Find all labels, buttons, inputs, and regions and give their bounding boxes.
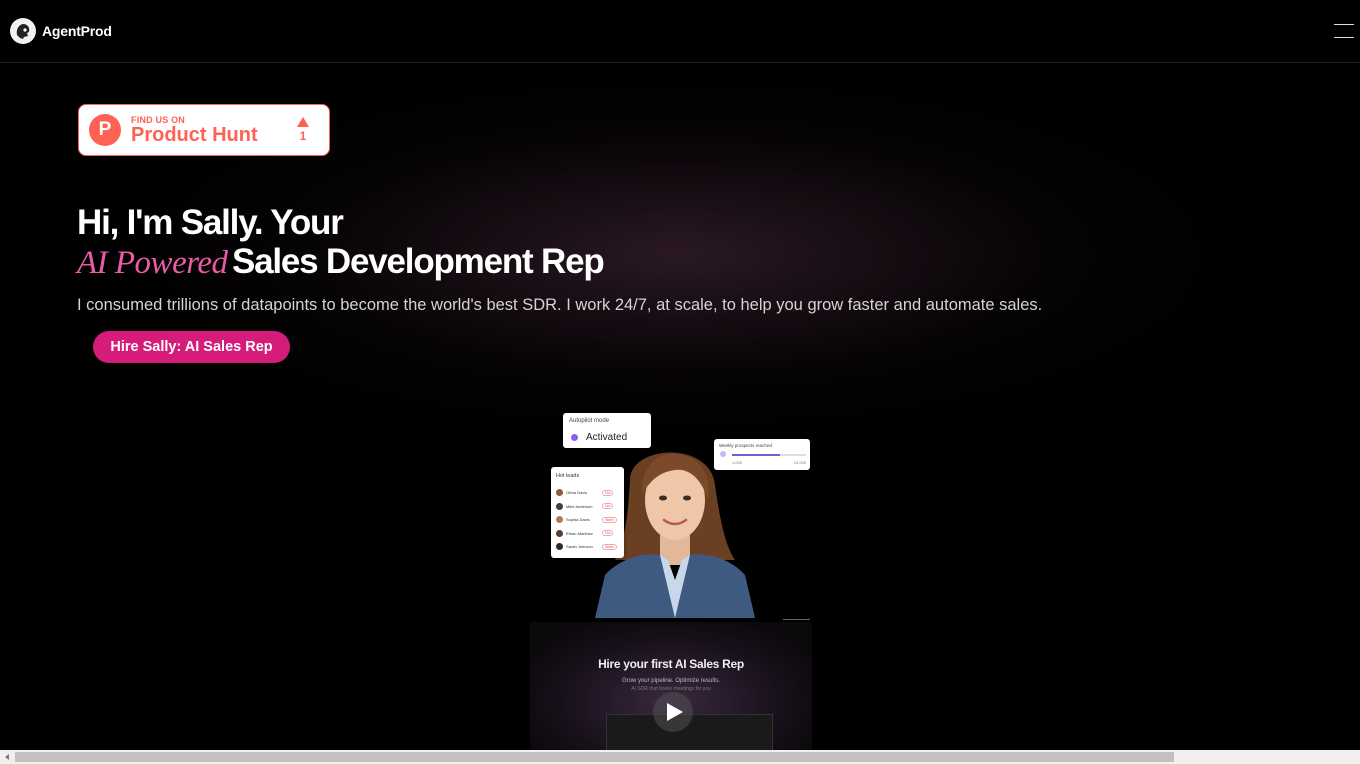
- hot-lead-row: Sarah Johnson Warm: [556, 542, 620, 551]
- brand-logo-link[interactable]: AgentProd: [10, 18, 112, 44]
- hero-title-line2: AI Powered Sales Development Rep: [77, 241, 605, 290]
- product-hunt-upvote: 1: [297, 117, 309, 143]
- video-title: Hire your first AI Sales Rep: [598, 657, 744, 671]
- lead-status-badge: Hot: [602, 530, 614, 536]
- product-hunt-name: Product Hunt: [131, 124, 258, 146]
- hire-sally-button[interactable]: Hire Sally: AI Sales Rep: [93, 331, 290, 363]
- lead-avatar: [556, 516, 563, 523]
- horizontal-scrollbar[interactable]: [0, 750, 1360, 764]
- hot-leads-card: Hot leads Olivia Davis Hot Mike Anderson Ho…: [551, 467, 624, 558]
- hero-subtitle: I consumed trillions of datapoints to be…: [77, 296, 1043, 314]
- hamburger-icon-line: [1334, 37, 1354, 38]
- hamburger-icon-line: [1334, 24, 1354, 25]
- weekly-prospects-label: Weekly prospects reached: [719, 443, 772, 448]
- autopilot-label: Autopilot mode: [569, 418, 610, 424]
- divider: [783, 619, 810, 620]
- scrollbar-thumb[interactable]: [15, 752, 1174, 762]
- lead-avatar: [556, 543, 563, 550]
- lead-status-badge: Hot: [602, 489, 614, 496]
- lead-avatar: [556, 502, 563, 510]
- lead-status-badge: Warm: [602, 516, 618, 523]
- weekly-progress-bar: [732, 454, 806, 456]
- prospects-icon: [720, 451, 726, 457]
- hero-title-italic: AI Powered: [77, 245, 228, 281]
- lead-name: Sophia Davis: [566, 517, 590, 522]
- play-icon: [667, 703, 683, 721]
- brand-name: AgentProd: [42, 23, 112, 39]
- hamburger-menu-button[interactable]: [1334, 24, 1354, 38]
- navbar: AgentProd: [0, 0, 1360, 63]
- weekly-min: 1,000: [732, 460, 743, 465]
- lead-name: Sarah Johnson: [566, 544, 593, 549]
- weekly-prospects-card: Weekly prospects reached 1,000 10,000: [714, 439, 810, 470]
- upvote-count: 1: [299, 129, 307, 143]
- lead-avatar: [556, 529, 563, 537]
- intro-video[interactable]: Hire your first AI Sales Rep Grow your p…: [530, 622, 812, 750]
- sally-illustration: Autopilot mode Activated Weekly prospect…: [530, 410, 830, 620]
- scroll-left-button[interactable]: [0, 750, 14, 764]
- lead-name: Mike Anderson: [566, 503, 593, 509]
- hero-title-bold: Sales Development Rep: [231, 242, 605, 281]
- lead-name: Olivia Davis: [566, 490, 588, 495]
- hot-lead-row: Sophia Davis Warm: [556, 515, 620, 524]
- lead-name: Ethan Martinez: [566, 530, 593, 536]
- autopilot-card: Autopilot mode Activated: [563, 413, 651, 448]
- hot-lead-row: Mike Anderson Hot: [556, 502, 620, 511]
- product-hunt-badge[interactable]: P FIND US ON Product Hunt 1: [78, 104, 330, 156]
- hot-leads-title: Hot leads: [556, 473, 580, 479]
- lead-status-badge: Warm: [602, 543, 618, 550]
- video-subtitle: Grow your pipeline. Optimize results.: [621, 678, 721, 684]
- hot-lead-row: Ethan Martinez Hot: [556, 529, 620, 538]
- hero-title-line1: Hi, I'm Sally. Your: [77, 203, 344, 242]
- hot-lead-row: Olivia Davis Hot: [556, 488, 620, 497]
- triangle-up-icon: [297, 117, 309, 127]
- autopilot-value: Activated: [586, 432, 628, 443]
- lead-avatar: [556, 489, 563, 496]
- weekly-max: 10,000: [793, 460, 806, 465]
- agent-face-logo-icon: [10, 18, 36, 44]
- product-hunt-logo-icon: P: [89, 114, 121, 146]
- play-button[interactable]: [653, 692, 693, 732]
- weekly-progress-fill: [732, 454, 781, 456]
- sparkle-icon: [571, 434, 578, 441]
- lead-status-badge: Hot: [602, 503, 614, 509]
- chevron-left-icon: [5, 754, 9, 760]
